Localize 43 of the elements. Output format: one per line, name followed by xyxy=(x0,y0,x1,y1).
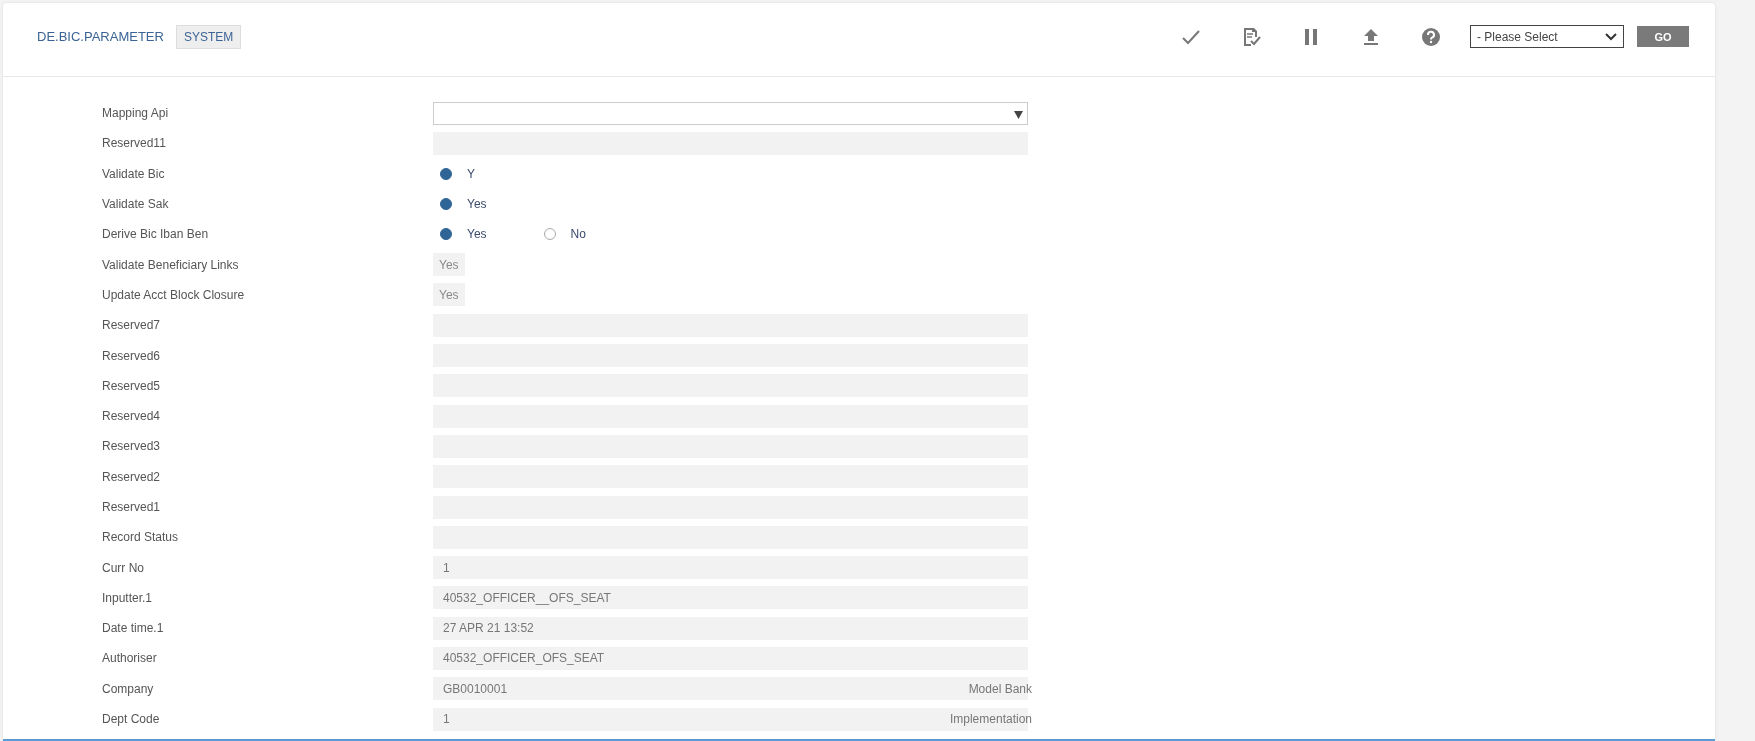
field-label: Curr No xyxy=(102,560,145,575)
field-label: Derive Bic Iban Ben xyxy=(102,227,210,242)
field-label: Reserved4 xyxy=(102,409,162,424)
radio-button[interactable] xyxy=(543,228,556,241)
radio-label: Yes xyxy=(467,197,487,212)
radio-button[interactable] xyxy=(440,167,452,180)
field-label: Inputter.1 xyxy=(102,590,154,605)
field-label: Validate Sak xyxy=(102,197,170,212)
field-label: Validate Bic xyxy=(102,166,166,181)
radio-button[interactable] xyxy=(440,198,452,211)
dropdown-arrow-icon xyxy=(1014,109,1023,119)
field-label: Reserved1 xyxy=(102,500,162,514)
help-icon[interactable] xyxy=(1420,25,1442,48)
field-label: Reserved2 xyxy=(102,469,162,484)
mode-badge: SYSTEM xyxy=(175,24,242,49)
field-label: Mapping Api xyxy=(102,106,170,121)
field-label: Reserved11 xyxy=(102,136,167,151)
radio-label: Yes xyxy=(467,227,487,242)
input-field[interactable]: 1 xyxy=(433,556,1028,580)
field-label: Reserved6 xyxy=(102,348,162,363)
go-button[interactable]: GO xyxy=(1637,26,1689,47)
field-label: Date time.1 xyxy=(102,621,165,636)
field-label: Reserved3 xyxy=(102,439,162,454)
input-field[interactable]: 40532_OFFICER__OFS_SEAT xyxy=(433,586,1028,610)
field-label: Record Status xyxy=(102,530,180,545)
action-select[interactable]: - Please Select xyxy=(1470,25,1624,48)
chevron-down-icon xyxy=(1605,32,1617,41)
input-field[interactable]: 27 APR 21 13:52 xyxy=(433,616,1028,640)
radio-label: Y xyxy=(467,166,475,181)
field-label: Dept Code xyxy=(102,712,161,727)
field-label: Validate Beneficiary Links xyxy=(102,257,240,272)
input-field[interactable]: Yes xyxy=(433,253,465,277)
radio-button[interactable] xyxy=(440,228,452,241)
field-label: Reserved5 xyxy=(102,378,162,393)
radio-label: No xyxy=(570,227,586,242)
input-field[interactable]: Yes xyxy=(433,283,465,307)
field-label: Authoriser xyxy=(102,651,158,666)
field-label: Reserved7 xyxy=(102,318,162,333)
field-label: Company xyxy=(102,681,155,696)
input-field[interactable]: 40532_OFFICER_OFS_SEAT xyxy=(433,647,1028,670)
record-title: DE.BIC.PARAMETER xyxy=(37,29,164,44)
select-field[interactable] xyxy=(433,101,1028,125)
field-label: Update Acct Block Closure xyxy=(102,287,246,302)
